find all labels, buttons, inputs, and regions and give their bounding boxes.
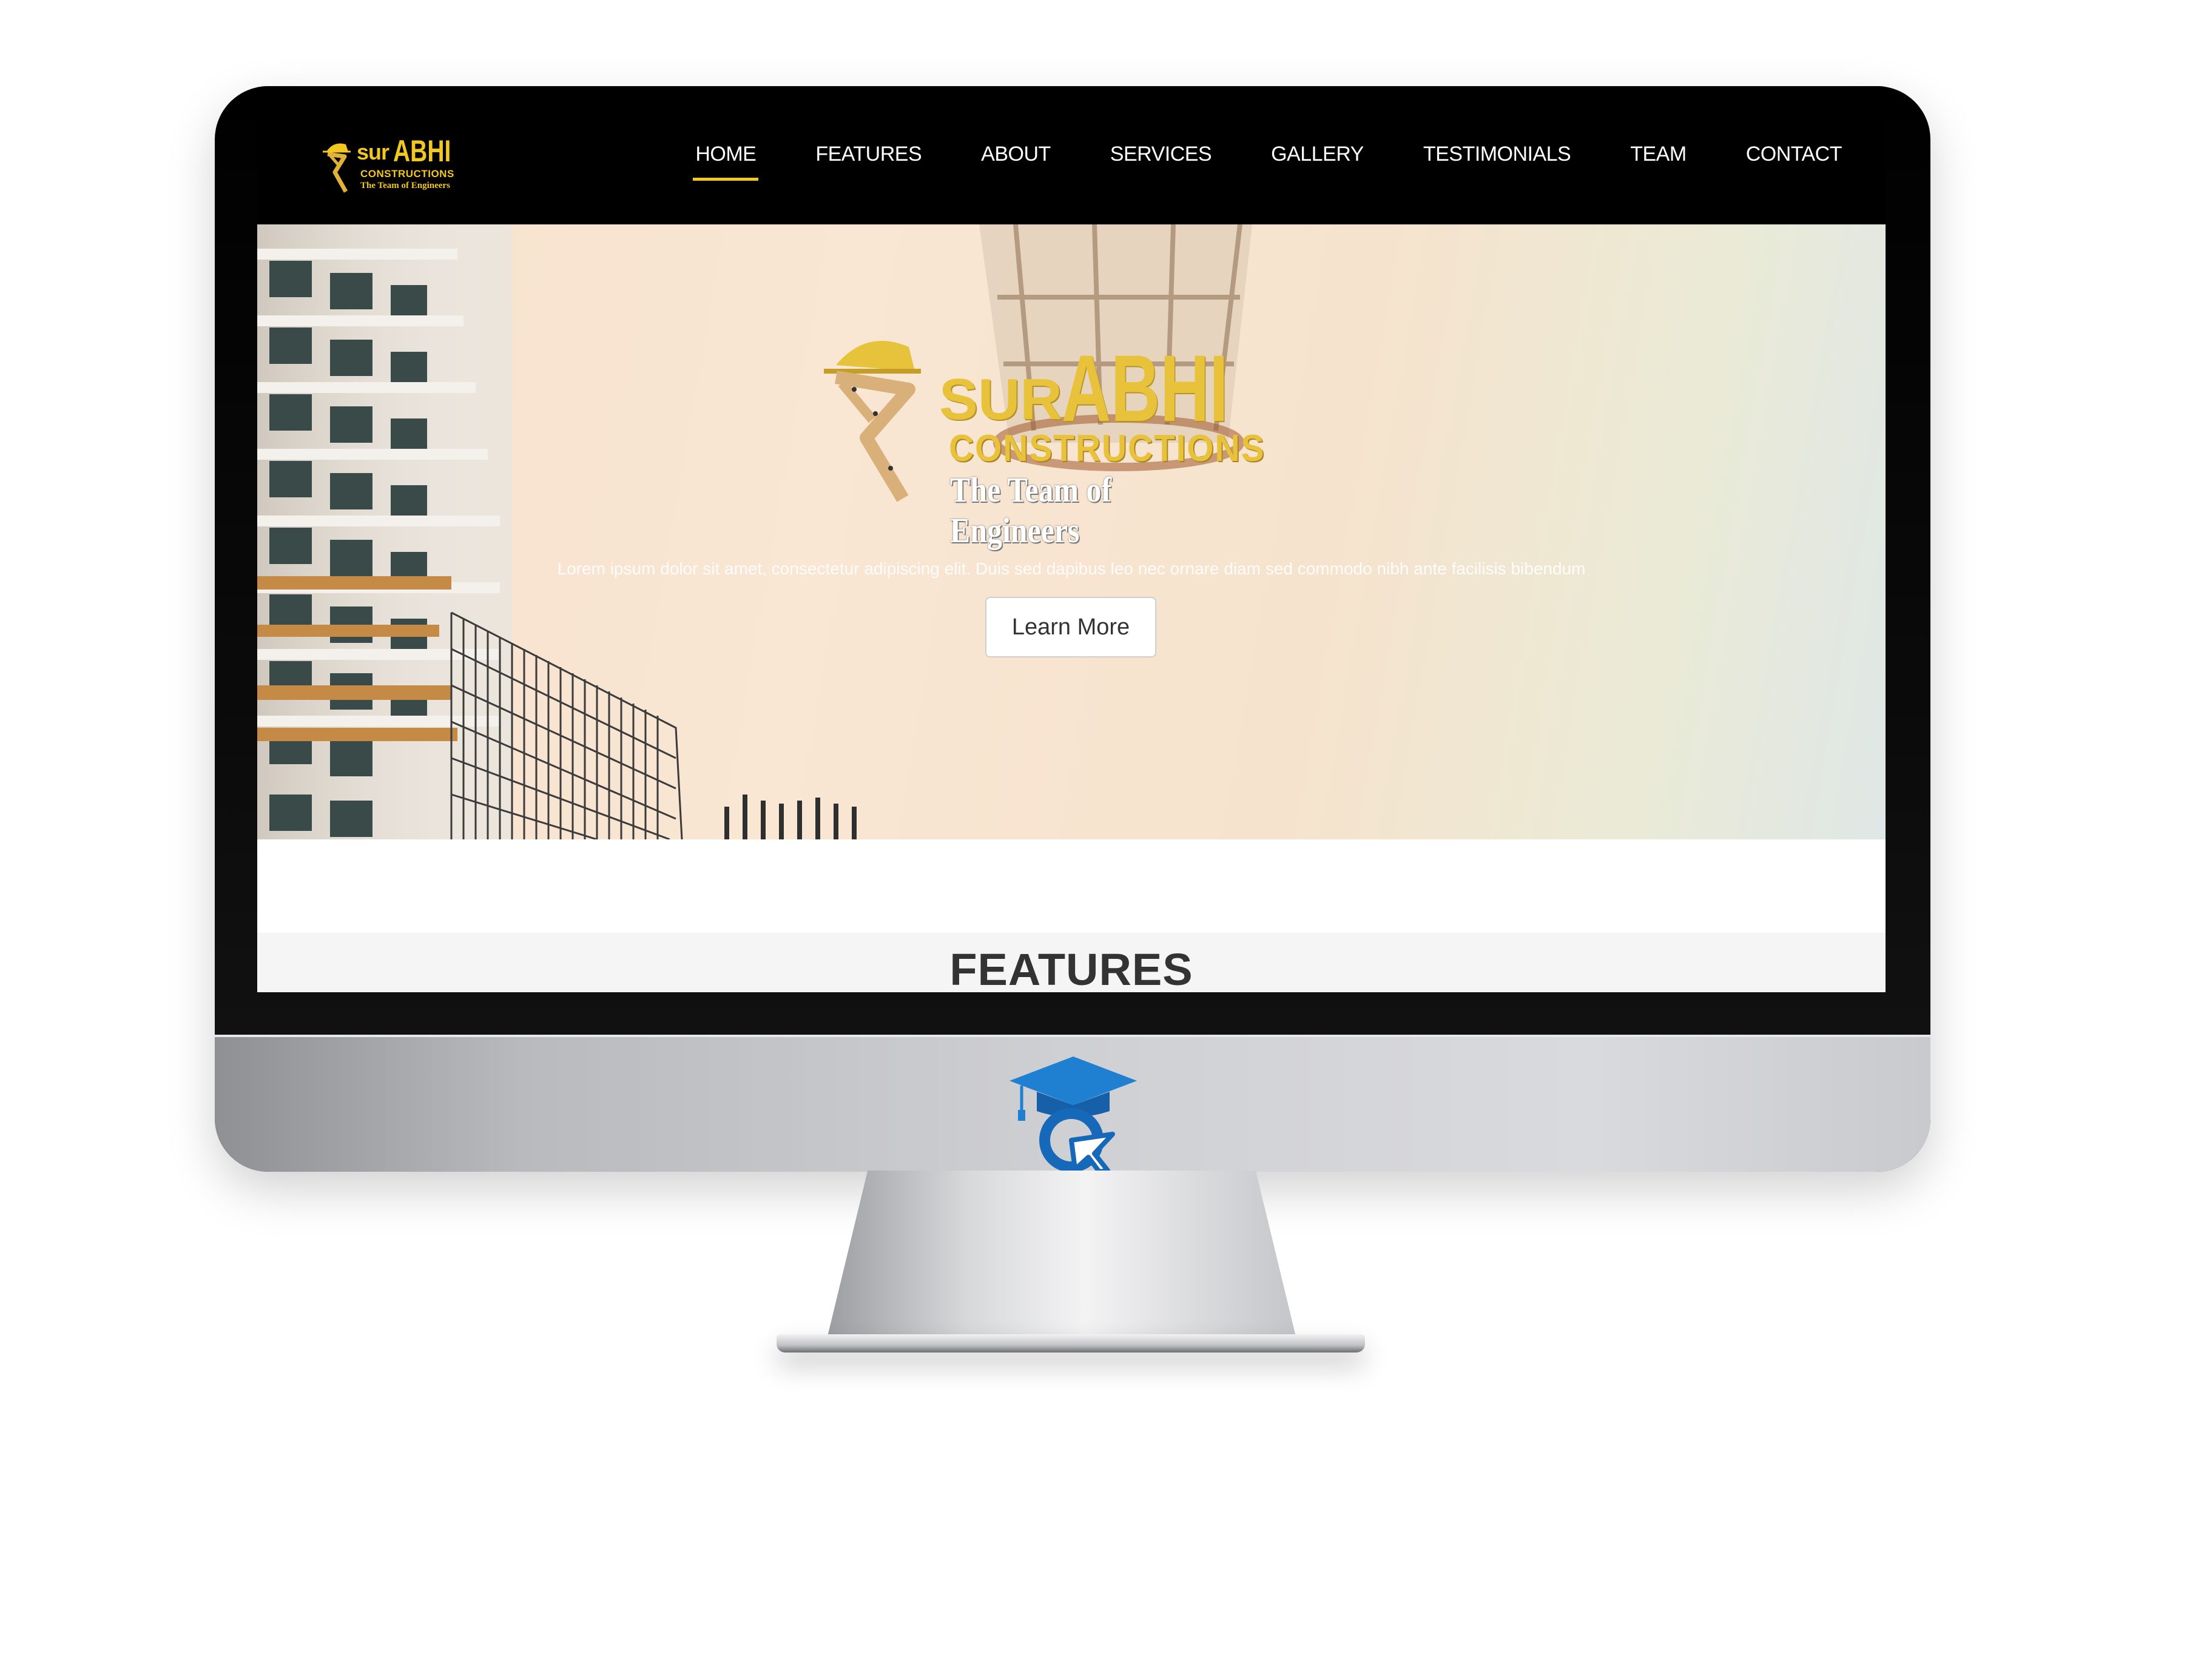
- learn-more-button[interactable]: Learn More: [985, 597, 1156, 657]
- hard-hat-figure-icon: [824, 341, 921, 502]
- site-navbar: sur ABHI CONSTRUCTIONS The Team of Engin…: [257, 86, 1886, 224]
- browser-viewport: sur ABHI CONSTRUCTIONS The Team of Engin…: [257, 86, 1886, 992]
- monitor-frame: sur ABHI CONSTRUCTIONS The Team of Engin…: [215, 86, 1930, 1172]
- brand-constructions-text: CONSTRUCTIONS: [360, 168, 454, 180]
- nav-item-gallery[interactable]: GALLERY: [1271, 136, 1364, 175]
- nav-item-about[interactable]: ABOUT: [981, 136, 1051, 175]
- hero-section: SUR ABHI CONSTRUCTIONS The Team of Engin…: [257, 224, 1886, 839]
- hero-tagline: Lorem ipsum dolor sit amet, consectetur …: [557, 559, 1586, 578]
- hero-logo-constructions: CONSTRUCTIONS: [949, 428, 1266, 469]
- nav-item-team[interactable]: TEAM: [1630, 136, 1687, 175]
- hero-brand-logo: SUR ABHI CONSTRUCTIONS The Team of Engin…: [818, 323, 1291, 550]
- hero-building-image: [257, 224, 857, 839]
- site-logo[interactable]: sur ABHI CONSTRUCTIONS The Team of Engin…: [322, 134, 467, 195]
- brand-tagline-text: The Team of Engineers: [360, 181, 450, 190]
- monitor-stand-base: [777, 1334, 1365, 1352]
- main-nav: HOME FEATURES ABOUT SERVICES GALLERY TES…: [636, 86, 1842, 224]
- brand-abhi-text: ABHI: [393, 134, 451, 168]
- hard-hat-figure-icon: [323, 143, 351, 193]
- nav-item-features[interactable]: FEATURES: [815, 136, 922, 175]
- nav-item-contact[interactable]: CONTACT: [1746, 136, 1842, 175]
- hero-logo-sur: SUR: [939, 367, 1062, 432]
- features-section: FEATURES: [257, 933, 1886, 992]
- features-heading: FEATURES: [949, 944, 1193, 992]
- hero-logo-team: The Team of Engineers: [950, 470, 1112, 550]
- nav-item-services[interactable]: SERVICES: [1110, 136, 1212, 175]
- brand-sur-text: sur: [357, 139, 389, 164]
- nav-item-testimonials[interactable]: TESTIMONIALS: [1423, 136, 1571, 175]
- graduation-cap-cursor-icon: [1009, 1057, 1137, 1172]
- monitor-stand-neck: [825, 1171, 1298, 1346]
- nav-item-home[interactable]: HOME: [693, 136, 759, 181]
- section-spacer: [257, 839, 1886, 933]
